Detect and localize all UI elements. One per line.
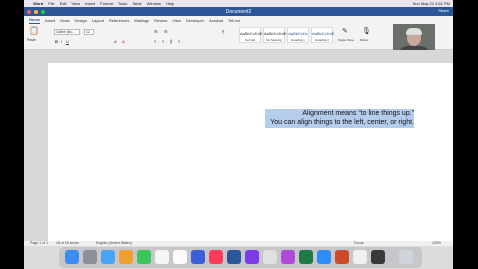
paste-icon[interactable]: 📋 bbox=[29, 26, 39, 35]
dictate-label[interactable]: Dictat bbox=[360, 38, 368, 42]
style-normal-label: Normal bbox=[245, 38, 255, 42]
menu-view[interactable]: View bbox=[72, 1, 81, 6]
menu-help[interactable]: Help bbox=[166, 1, 174, 6]
status-language[interactable]: English (United States) bbox=[96, 241, 132, 245]
music-icon[interactable] bbox=[209, 250, 223, 264]
style-normal-sample: AaBbCcDdEe bbox=[240, 31, 265, 36]
font-color-icon[interactable]: A bbox=[122, 39, 125, 44]
menu-insert[interactable]: Insert bbox=[85, 1, 95, 6]
powerpoint-icon[interactable] bbox=[335, 250, 349, 264]
word-icon[interactable] bbox=[227, 250, 241, 264]
paste-label: Paste bbox=[27, 38, 36, 42]
style-heading-1-sample: AaBbCcDc bbox=[288, 31, 308, 36]
bold-icon[interactable]: B bbox=[55, 39, 58, 44]
mac-menu-bar: Word File Edit View Insert Format Tools … bbox=[24, 0, 453, 7]
menu-app[interactable]: Word bbox=[33, 1, 43, 6]
zoom-icon[interactable] bbox=[317, 250, 331, 264]
italic-icon[interactable]: I bbox=[61, 39, 62, 44]
mail-icon[interactable] bbox=[191, 250, 205, 264]
align-left-icon[interactable]: ≡ bbox=[154, 39, 156, 44]
screen: Word File Edit View Insert Format Tools … bbox=[24, 0, 453, 269]
font-name-select[interactable]: Calibri (Bo... bbox=[54, 29, 80, 35]
excel-icon[interactable] bbox=[299, 250, 313, 264]
status-word-count[interactable]: 18 of 18 words bbox=[56, 241, 79, 245]
share-button[interactable]: Share bbox=[438, 8, 449, 13]
presenter-hair bbox=[406, 28, 422, 35]
tab-home[interactable]: Home bbox=[29, 17, 41, 24]
style-no-spacing-label: No Spacing bbox=[266, 38, 282, 42]
notes-icon[interactable] bbox=[155, 250, 169, 264]
align-right-icon[interactable]: ≡ bbox=[170, 39, 173, 44]
photos-icon[interactable] bbox=[119, 250, 133, 264]
style-normal[interactable]: AaBbCcDdEe Normal bbox=[239, 27, 265, 43]
trash-icon[interactable] bbox=[399, 250, 413, 264]
menu-clock[interactable]: Sun May 22 4:51 PM bbox=[413, 1, 450, 6]
align-center-icon[interactable]: ≡ bbox=[162, 39, 164, 44]
launchpad-icon[interactable] bbox=[83, 250, 97, 264]
status-focus[interactable]: Focus bbox=[354, 241, 364, 245]
ribbon-home: 📋 Paste Calibri (Bo... 12 B I U A A ☰ ☰ … bbox=[24, 24, 453, 50]
menu-edit[interactable]: Edit bbox=[60, 1, 67, 6]
screenflow-icon[interactable] bbox=[371, 250, 385, 264]
bullets-icon[interactable]: ☰ bbox=[154, 29, 158, 34]
underline-icon[interactable]: U bbox=[66, 39, 69, 44]
styles-pane-icon[interactable]: ✎ bbox=[342, 27, 348, 35]
style-heading-2-label: Heading 2 bbox=[315, 38, 329, 42]
style-heading-2[interactable]: AaBbCcDdE Heading 2 bbox=[311, 27, 335, 43]
system-preferences-icon[interactable] bbox=[353, 250, 367, 264]
justify-icon[interactable]: ≡ bbox=[178, 39, 180, 44]
style-heading-1[interactable]: AaBbCcDc Heading 1 bbox=[287, 27, 309, 43]
styles-pane-label[interactable]: Styles Pane bbox=[338, 38, 354, 42]
highlight-icon[interactable]: A bbox=[114, 39, 117, 44]
finder-icon[interactable] bbox=[65, 250, 79, 264]
ribbon-tabs: Home Insert Draw Design Layout Reference… bbox=[24, 16, 453, 24]
style-heading-2-sample: AaBbCcDdE bbox=[312, 31, 335, 36]
document-line-2[interactable]: You can align things to the left, center… bbox=[270, 119, 414, 126]
style-no-spacing-sample: AaBbCcDdEe bbox=[264, 31, 289, 36]
menu-window[interactable]: Window bbox=[147, 1, 161, 6]
pilcrow-icon[interactable]: ¶ bbox=[222, 29, 224, 34]
status-bar: Page 1 of 1 18 of 18 words English (Unit… bbox=[24, 241, 453, 246]
window-title: Document2 bbox=[225, 9, 252, 15]
preview-icon[interactable] bbox=[263, 250, 277, 264]
document-area: Alignment means “to line things up.” You… bbox=[24, 50, 453, 241]
numbering-icon[interactable]: ☰ bbox=[164, 29, 168, 34]
style-no-spacing[interactable]: AaBbCcDdEe No Spacing bbox=[263, 27, 289, 43]
mac-dock bbox=[59, 247, 422, 268]
onenote-icon[interactable] bbox=[245, 250, 259, 264]
calendar-icon[interactable] bbox=[173, 250, 187, 264]
document-page[interactable]: Alignment means “to line things up.” You… bbox=[48, 63, 453, 241]
microphone-icon[interactable]: 🎙 bbox=[362, 27, 371, 35]
safari-icon[interactable] bbox=[101, 250, 115, 264]
window-title-bar: Document2 Share bbox=[24, 7, 453, 16]
menu-file[interactable]: File bbox=[48, 1, 54, 6]
podcasts-icon[interactable] bbox=[281, 250, 295, 264]
status-page[interactable]: Page 1 of 1 bbox=[30, 241, 48, 245]
menu-format[interactable]: Format bbox=[100, 1, 113, 6]
messages-icon[interactable] bbox=[137, 250, 151, 264]
menu-tools[interactable]: Tools bbox=[118, 1, 127, 6]
status-zoom[interactable]: 235% bbox=[432, 241, 441, 245]
style-heading-1-label: Heading 1 bbox=[291, 38, 305, 42]
menu-table[interactable]: Table bbox=[132, 1, 142, 6]
font-size-select[interactable]: 12 bbox=[84, 29, 94, 35]
document-line-1[interactable]: Alignment means “to line things up.” bbox=[302, 110, 414, 117]
